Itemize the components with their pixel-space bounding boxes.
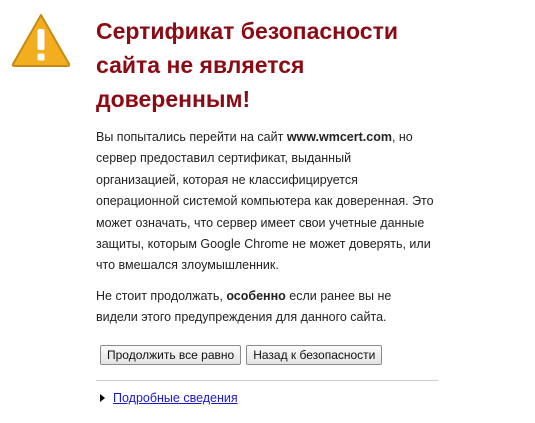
advice-paragraph: Не стоит продолжать, особенно если ранее… — [96, 286, 436, 329]
site-name: www.wmcert.com — [286, 130, 392, 144]
page-title: Сертификат безопасности сайта не являетс… — [96, 14, 436, 116]
advice-text-before: Не стоит продолжать, — [96, 289, 227, 303]
expand-arrow-icon[interactable] — [100, 394, 105, 402]
title-line-3: доверенным! — [96, 86, 251, 112]
details-link[interactable]: Подробные сведения — [113, 391, 238, 405]
proceed-anyway-button[interactable]: Продолжить все равно — [100, 345, 242, 365]
action-buttons: Продолжить все равно Назад к безопасности — [100, 345, 383, 365]
back-to-safety-button[interactable]: Назад к безопасности — [246, 345, 383, 365]
advice-emphasis: особенно — [226, 289, 286, 303]
explanation-paragraph: Вы попытались перейти на сайт www.wmcert… — [96, 127, 436, 277]
title-line-2: сайта не является — [96, 52, 305, 78]
details-toggle[interactable]: Подробные сведения — [100, 390, 238, 406]
divider — [96, 380, 438, 381]
explanation-text-before: Вы попытались перейти на сайт — [96, 130, 287, 144]
main-content: Сертификат безопасности сайта не являетс… — [96, 14, 438, 405]
title-line-1: Сертификат безопасности — [96, 18, 398, 44]
ssl-warning-page: Сертификат безопасности сайта не являетс… — [0, 0, 535, 423]
warning-icon — [11, 14, 71, 67]
explanation-text-after: , но сервер предоставил сертификат, выда… — [96, 130, 434, 273]
